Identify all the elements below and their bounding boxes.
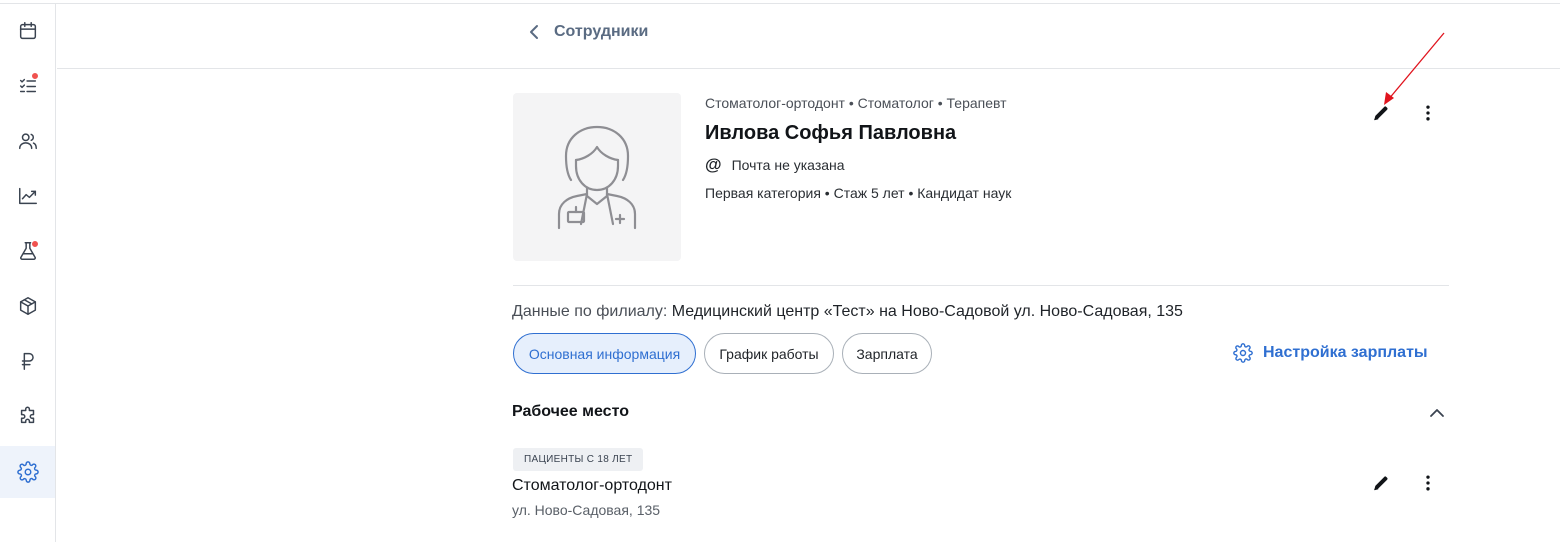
pencil-icon xyxy=(1374,106,1388,121)
sidebar-item-patients[interactable] xyxy=(0,115,55,167)
tab-main-info[interactable]: Основная информация xyxy=(513,333,696,374)
back-link[interactable]: Сотрудники xyxy=(528,23,648,41)
edit-workplace-button[interactable] xyxy=(1367,469,1395,497)
more-vertical-icon xyxy=(1426,105,1430,121)
more-options-button[interactable] xyxy=(1414,99,1442,127)
employee-name: Ивлова Софья Павловна xyxy=(705,122,957,144)
edit-employee-button[interactable] xyxy=(1367,99,1395,127)
workplace-address: ул. Ново-Садовая, 135 xyxy=(512,502,661,518)
back-link-label: Сотрудники xyxy=(554,23,649,40)
salary-settings-label: Настройка зарплаты xyxy=(1263,344,1428,361)
page-header: Сотрудники xyxy=(57,5,1560,69)
salary-settings-button[interactable]: Настройка зарплаты xyxy=(1233,343,1428,363)
chevron-up-icon xyxy=(1430,409,1444,417)
patient-age-badge: ПАЦИЕНТЫ С 18 ЛЕТ xyxy=(513,448,644,471)
annotation-arrow xyxy=(1384,32,1445,105)
sidebar-item-calendar[interactable] xyxy=(0,5,55,57)
branch-value: Медицинский центр «Тест» на Ново-Садовой… xyxy=(671,303,1183,320)
gear-icon xyxy=(16,461,39,483)
sidebar-item-integrations[interactable] xyxy=(0,390,55,442)
female-doctor-placeholder-icon xyxy=(557,125,637,230)
divider xyxy=(513,285,1449,286)
workplace-title: Стоматолог-ортодонт xyxy=(512,477,672,494)
sidebar-item-analytics[interactable] xyxy=(0,170,55,222)
pencil-icon xyxy=(1374,476,1388,491)
employee-email: @ Почта не указана xyxy=(705,155,845,175)
sidebar-item-finance[interactable] xyxy=(0,335,55,387)
sidebar-item-lab[interactable] xyxy=(0,225,55,277)
chevron-left-icon xyxy=(530,25,538,39)
branch-info: Данные по филиалу: Медицинский центр «Те… xyxy=(512,303,1183,321)
employee-email-value: Почта не указана xyxy=(731,157,845,173)
tab-schedule[interactable]: График работы xyxy=(704,333,834,374)
employee-qualifications: Первая категория • Стаж 5 лет • Кандидат… xyxy=(705,185,1012,201)
collapse-section-button[interactable] xyxy=(1426,402,1448,424)
ruble-icon xyxy=(21,352,34,370)
notification-dot xyxy=(31,240,39,248)
workplace-more-options-button[interactable] xyxy=(1414,469,1442,497)
notification-dot xyxy=(31,72,39,80)
at-icon: @ xyxy=(705,155,722,174)
puzzle-icon xyxy=(20,406,34,424)
sidebar-item-settings[interactable] xyxy=(0,446,55,498)
tab-salary[interactable]: Зарплата xyxy=(842,333,932,374)
section-title-workplace: Рабочее место xyxy=(512,403,629,420)
gear-icon xyxy=(1233,343,1253,363)
top-border xyxy=(0,0,1560,4)
sidebar xyxy=(0,4,56,542)
calendar-icon xyxy=(19,22,36,40)
branch-label: Данные по филиалу: xyxy=(512,303,668,320)
sidebar-item-warehouse[interactable] xyxy=(0,280,55,332)
sidebar-item-tasks[interactable] xyxy=(0,60,55,112)
avatar xyxy=(513,93,681,261)
employee-specialties: Стоматолог-ортодонт • Стоматолог • Терап… xyxy=(705,95,1007,111)
users-icon xyxy=(18,133,37,150)
trend-chart-icon xyxy=(18,187,37,205)
more-vertical-icon xyxy=(1426,475,1430,491)
box-icon xyxy=(19,297,36,315)
